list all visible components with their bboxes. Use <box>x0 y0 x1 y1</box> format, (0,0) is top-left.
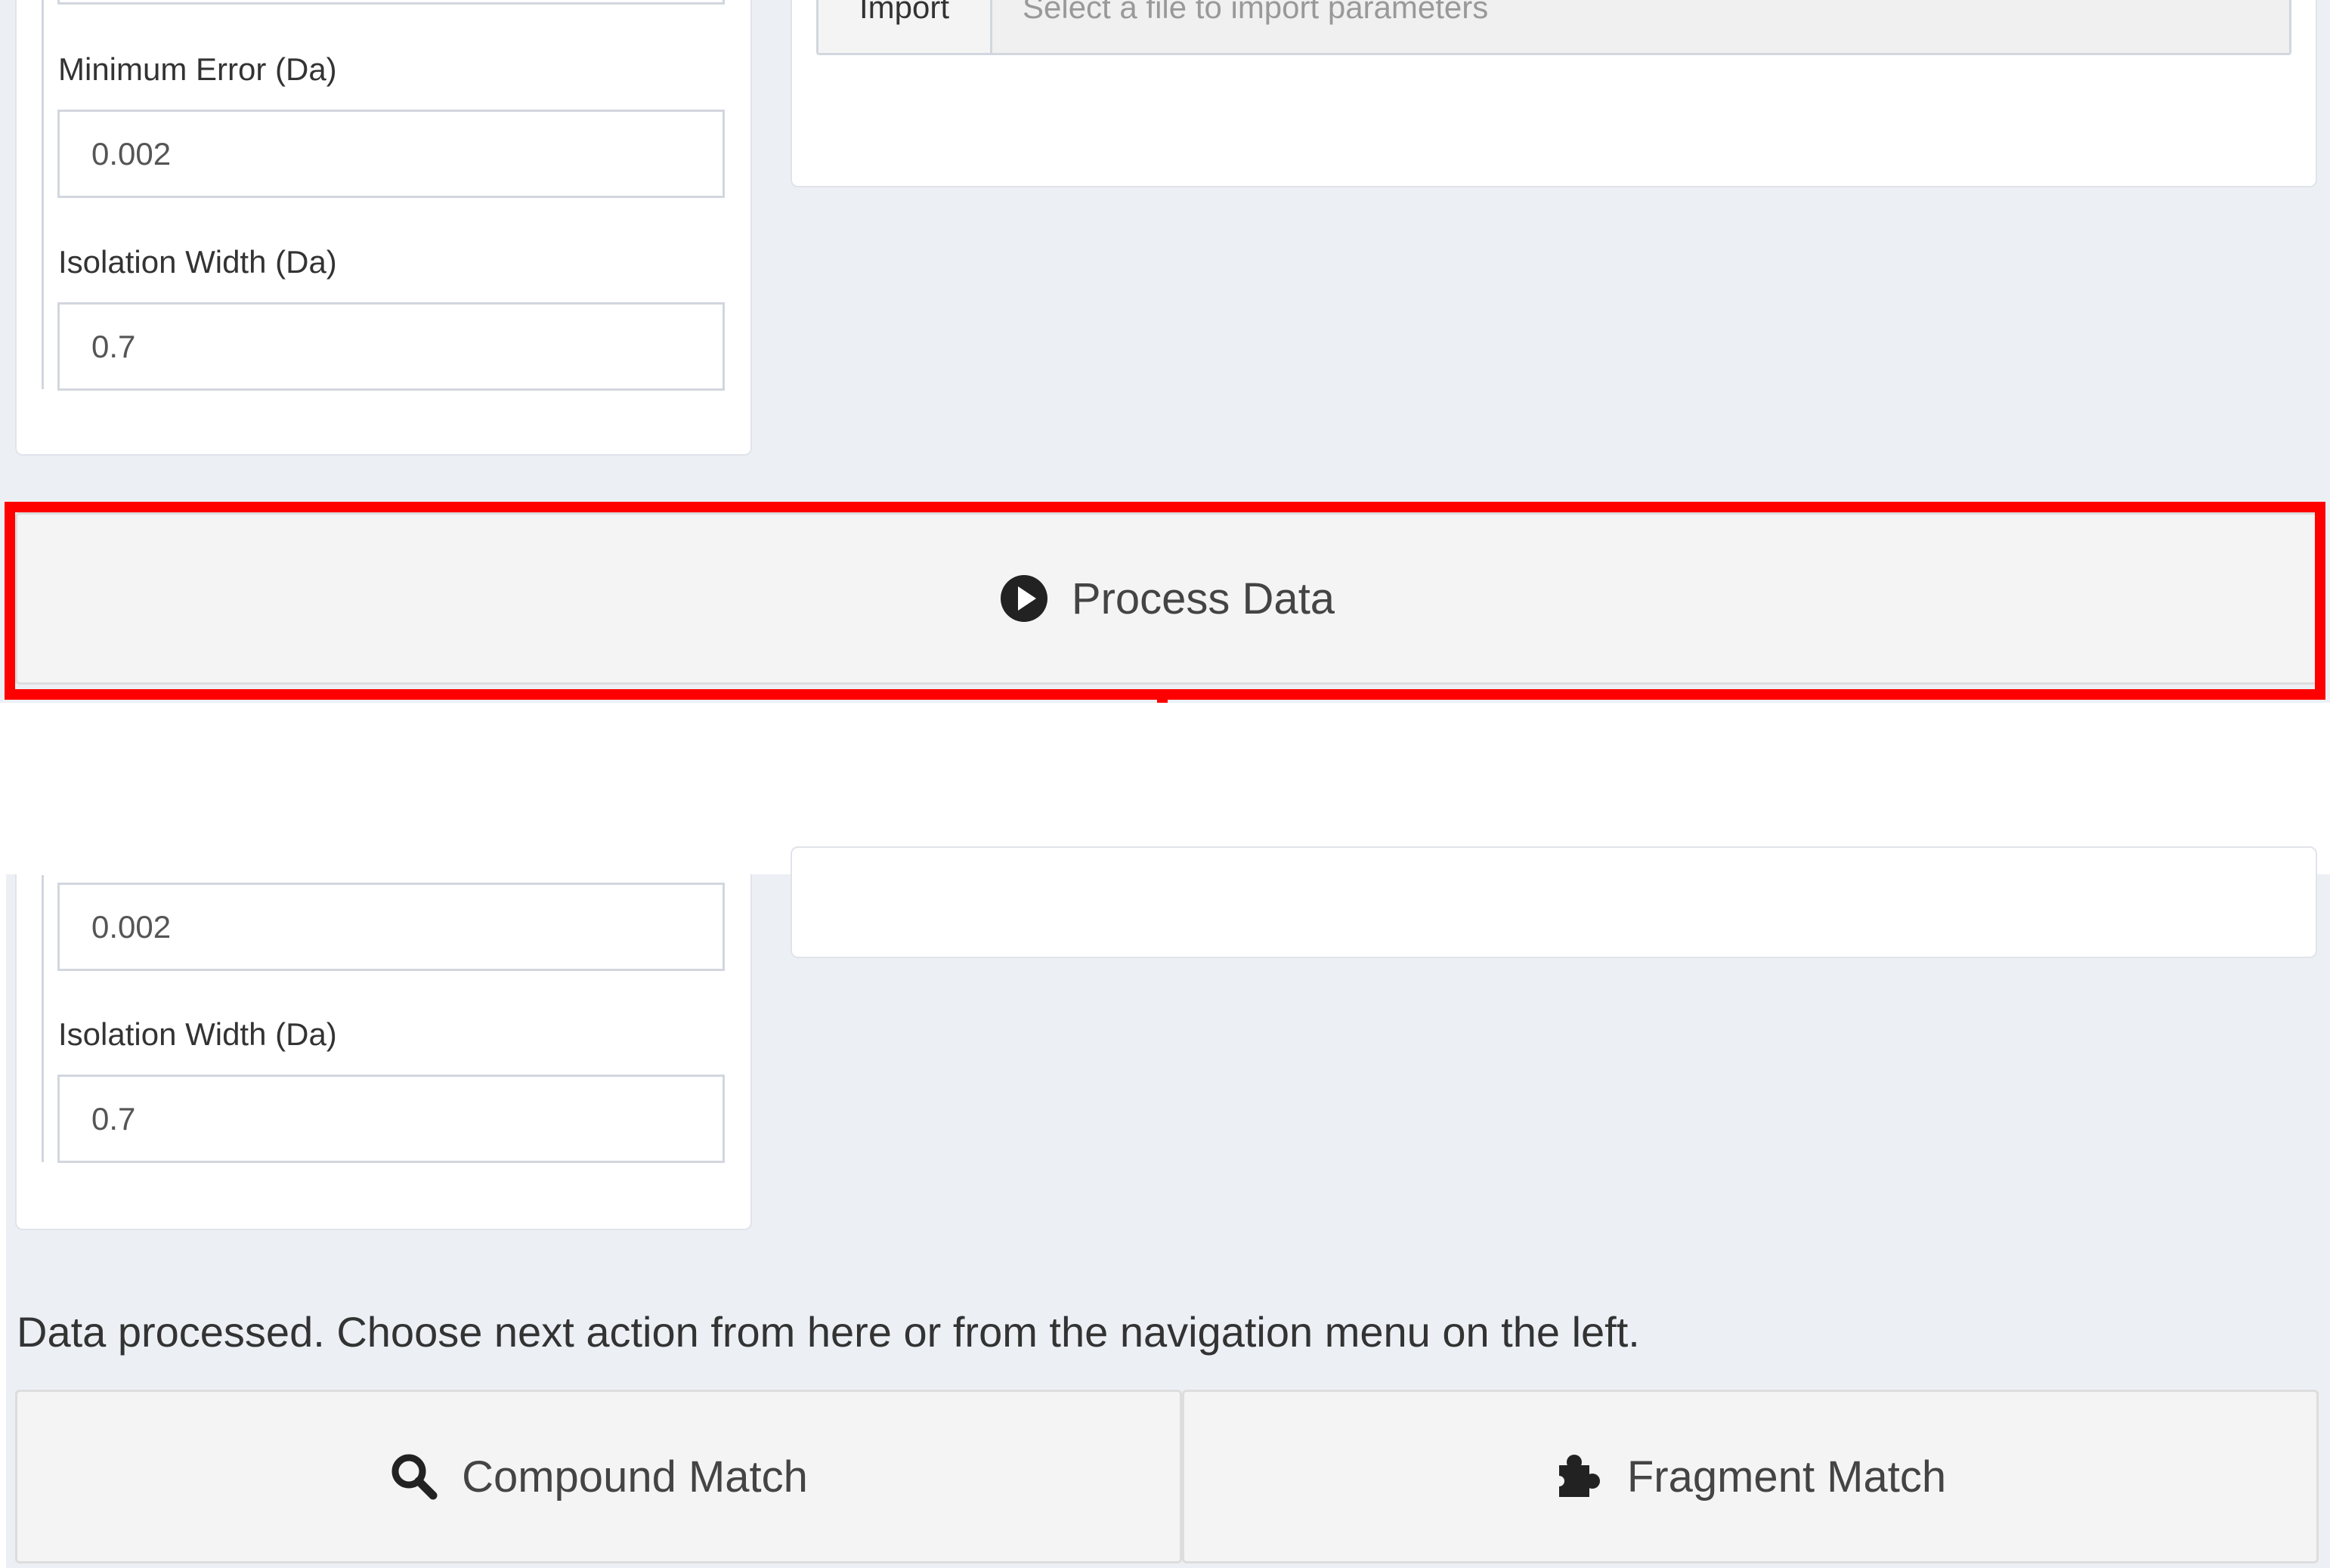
top-isolation-width-label: Isolation Width (Da) <box>58 244 337 280</box>
top-min-error-label: Minimum Error (Da) <box>58 51 337 87</box>
top-min-error-field[interactable]: 0.002 <box>57 110 725 198</box>
bottom-isolation-width-field[interactable]: 0.7 <box>57 1075 725 1163</box>
highlight-box <box>5 502 2325 700</box>
fragment-match-label: Fragment Match <box>1626 1452 1947 1502</box>
bottom-import-card <box>791 846 2317 958</box>
bottom-card-divider <box>42 875 44 1162</box>
fragment-match-button[interactable]: Fragment Match <box>1182 1390 2319 1563</box>
bottom-min-error-value: 0.002 <box>91 908 172 945</box>
puzzle-icon <box>1554 1455 1600 1497</box>
import-button-label: Import <box>859 0 950 25</box>
bottom-min-error-field[interactable]: 0.002 <box>57 883 725 971</box>
import-button[interactable]: Import <box>818 0 992 53</box>
bottom-isolation-width-label: Isolation Width (Da) <box>58 1016 337 1052</box>
status-message: Data processed. Choose next action from … <box>17 1308 1640 1356</box>
compound-match-label: Compound Match <box>462 1452 808 1502</box>
import-placeholder-text: Select a file to import parameters <box>1023 0 1489 25</box>
search-icon <box>391 1454 438 1500</box>
top-isolation-width-value: 0.7 <box>91 328 136 364</box>
top-card-divider <box>42 0 44 389</box>
import-file-placeholder[interactable]: Select a file to import parameters <box>992 0 2289 53</box>
import-file-input[interactable]: Import Select a file to import parameter… <box>816 0 2291 55</box>
top-isolation-width-field[interactable]: 0.7 <box>57 302 725 391</box>
compound-match-button[interactable]: Compound Match <box>15 1390 1182 1563</box>
top-min-error-value: 0.002 <box>91 135 172 172</box>
top-cutoff-field[interactable] <box>57 0 725 5</box>
bottom-isolation-width-value: 0.7 <box>91 1100 136 1137</box>
